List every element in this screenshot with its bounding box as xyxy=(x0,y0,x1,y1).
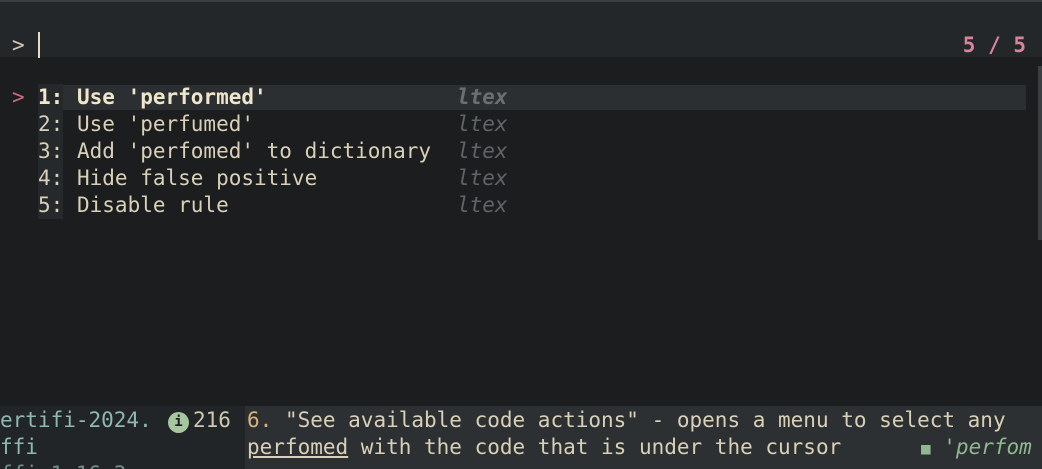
result-item[interactable]: 4: Hide false positive ltex xyxy=(0,165,1042,192)
result-item[interactable]: 2: Use 'perfumed' ltex xyxy=(0,111,1042,138)
file-entry: ffi xyxy=(0,435,38,459)
code-text: "See available code actions" - opens a m… xyxy=(272,408,1019,432)
file-list-pane: ertifi-2024. ffi ffi-1.16.3 xyxy=(0,406,160,469)
result-label: Use 'perfumed' xyxy=(77,112,255,136)
result-item[interactable]: > 1: Use 'performed' ltex xyxy=(0,84,1042,111)
code-action-picker: > 5 / 5 > 1: Use 'performed' ltex 2: Use… xyxy=(0,0,1042,469)
result-source: ltex xyxy=(457,193,508,217)
result-index: 4: xyxy=(38,165,64,192)
editor-background: ertifi-2024. ffi ffi-1.16.3 i 216 6. "Se… xyxy=(0,406,1042,469)
result-label: Hide false positive xyxy=(77,166,318,190)
file-entry: ffi-1.16.3 xyxy=(0,461,126,469)
file-entry: ertifi-2024. xyxy=(0,408,152,432)
line-number: 6. xyxy=(247,408,273,432)
result-item[interactable]: 5: Disable rule ltex xyxy=(0,192,1042,219)
diagnostic-hint: ■ 'perfom xyxy=(921,434,1032,462)
scrollbar-thumb[interactable] xyxy=(1038,66,1042,240)
results-list: > 1: Use 'performed' ltex 2: Use 'perfum… xyxy=(0,84,1042,219)
result-index: 2: xyxy=(38,111,64,138)
code-line: 6. "See available code actions" - opens … xyxy=(247,407,1018,434)
code-line: perfomed with the code that is under the… xyxy=(247,434,841,461)
result-source: ltex xyxy=(457,85,508,109)
result-label: Use 'performed' xyxy=(77,85,267,109)
diagnostic-count: 216 xyxy=(193,408,231,432)
diagnostic-square-icon: ■ xyxy=(921,439,931,458)
misspelled-word: perfomed xyxy=(247,435,349,459)
result-source: ltex xyxy=(457,139,508,163)
code-text: with the code that is under the cursor xyxy=(348,435,842,459)
info-icon: i xyxy=(168,412,189,433)
selection-pointer: > xyxy=(12,85,25,109)
code-editor[interactable]: 6. "See available code actions" - opens … xyxy=(245,406,1042,469)
result-index: 5: xyxy=(38,192,64,219)
result-label: Add 'perfomed' to dictionary xyxy=(77,139,432,163)
hint-text: 'perfom xyxy=(930,435,1032,459)
result-source: ltex xyxy=(457,166,508,190)
result-index: 3: xyxy=(38,138,64,165)
result-source: ltex xyxy=(457,112,508,136)
result-label: Disable rule xyxy=(77,193,229,217)
picker-search-input[interactable] xyxy=(38,31,838,57)
text-cursor xyxy=(38,32,40,58)
match-count: 5 / 5 xyxy=(962,33,1026,57)
prompt-bar: > 5 / 5 xyxy=(0,2,1042,58)
result-index: 1: xyxy=(38,84,64,111)
prompt-symbol: > xyxy=(12,33,25,57)
result-item[interactable]: 3: Add 'perfomed' to dictionary ltex xyxy=(0,138,1042,165)
